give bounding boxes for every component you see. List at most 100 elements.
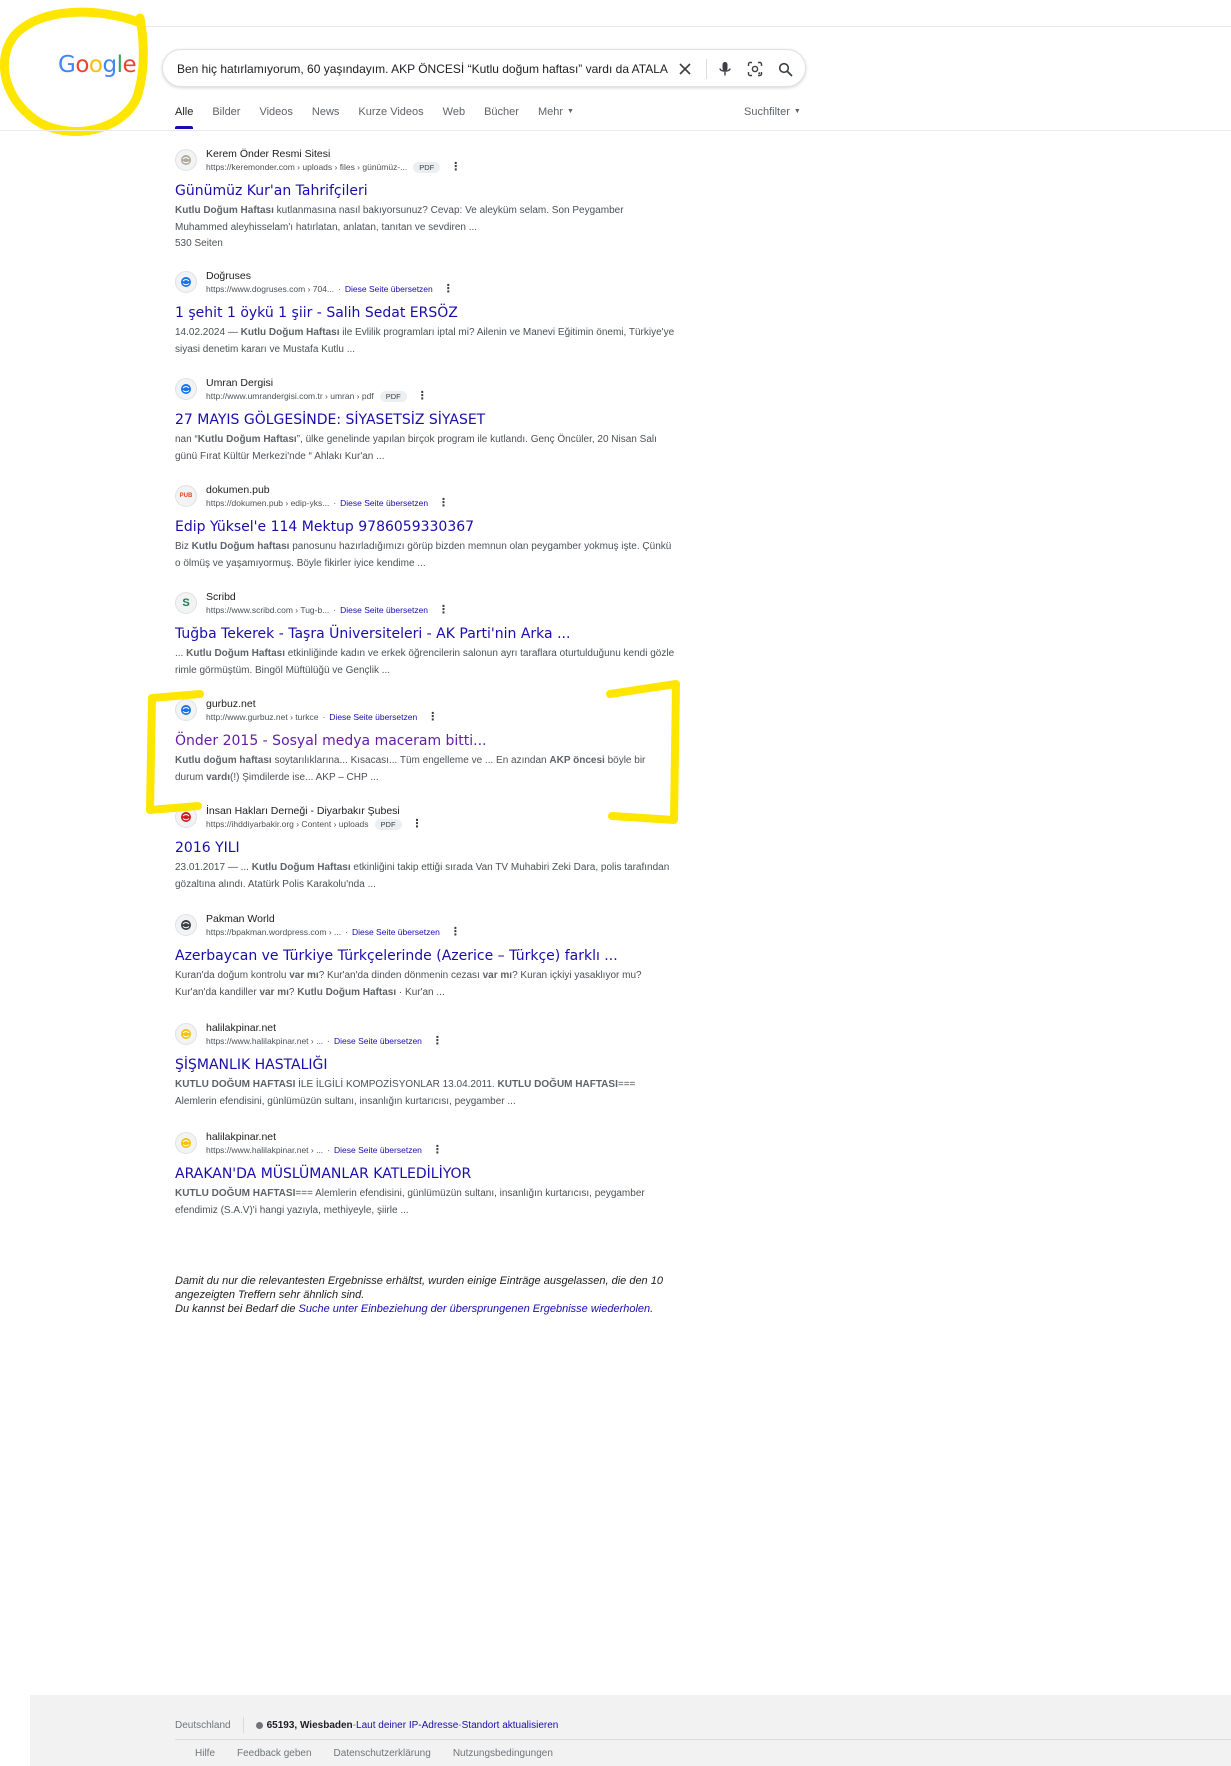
result-snippet: KUTLU DOĞUM HAFTASI=== Alemlerin efendis…	[175, 1185, 675, 1219]
result-site-name[interactable]: Doğruses	[206, 270, 454, 283]
result-site-name[interactable]: Kerem Önder Resmi Sitesi	[206, 148, 461, 161]
tab-bücher[interactable]: Bücher	[484, 106, 519, 130]
result-title-link[interactable]: 2016 YILI	[175, 838, 675, 858]
result-title-link[interactable]: ARAKAN'DA MÜSLÜMANLAR KATLEDİLİYOR	[175, 1164, 675, 1184]
more-options-icon[interactable]: ⋮	[450, 927, 461, 938]
search-icon[interactable]	[773, 57, 797, 81]
repeat-search-link[interactable]: Suche unter Einbeziehung der übersprunge…	[299, 1303, 651, 1315]
pdf-badge: PDF	[374, 818, 402, 830]
result-url: https://www.scribd.com › Tug-b... · Dies…	[206, 604, 449, 616]
site-favicon-icon[interactable]	[175, 1023, 197, 1045]
more-options-icon[interactable]: ⋮	[450, 162, 461, 173]
tab-mehr[interactable]: Mehr ▼	[538, 106, 574, 130]
more-options-icon[interactable]: ⋮	[443, 284, 454, 295]
result-title-link[interactable]: Tuğba Tekerek - Taşra Üniversiteleri - A…	[175, 624, 675, 644]
logo-letter: e	[122, 52, 137, 78]
tab-bilder[interactable]: Bilder	[212, 106, 240, 130]
more-options-icon[interactable]: ⋮	[417, 391, 428, 402]
site-favicon-icon[interactable]: PUB	[175, 485, 197, 507]
mic-icon[interactable]	[713, 57, 737, 81]
result-site-name[interactable]: Umran Dergisi	[206, 377, 428, 390]
site-favicon-icon[interactable]	[175, 1132, 197, 1154]
result-site-name[interactable]: Pakman World	[206, 913, 461, 926]
site-favicon-icon[interactable]	[175, 378, 197, 400]
url-separator: ·	[338, 284, 341, 294]
search-input[interactable]	[177, 59, 677, 79]
snippet-highlight: KUTLU DOĞUM HAFTASI	[175, 1188, 296, 1199]
tab-kurze-videos[interactable]: Kurze Videos	[358, 106, 423, 130]
result-title-link[interactable]: ŞİŞMANLIK HASTALIĞI	[175, 1055, 675, 1075]
pdf-badge: PDF	[413, 161, 441, 173]
search-result: Doğruses https://www.dogruses.com › 704..…	[175, 270, 675, 358]
result-url: https://ihddiyarbakir.org › Content › up…	[206, 818, 423, 830]
footer-link[interactable]: Nutzungsbedingungen	[453, 1748, 553, 1759]
close-icon[interactable]	[673, 57, 697, 81]
snippet-highlight: vardı	[206, 772, 231, 783]
result-title-link[interactable]: 27 MAYIS GÖLGESİNDE: SİYASETSİZ SİYASET	[175, 410, 675, 430]
result-url: https://www.dogruses.com › 704... · Dies…	[206, 283, 454, 295]
result-url: https://www.halilakpinar.net › ... · Die…	[206, 1144, 443, 1156]
url-separator: ·	[327, 1036, 331, 1046]
result-site-name[interactable]: halilakpinar.net	[206, 1131, 443, 1144]
result-url-text[interactable]: https://www.halilakpinar.net › ...	[206, 1035, 323, 1047]
lens-icon[interactable]	[743, 57, 767, 81]
site-favicon-icon[interactable]	[175, 806, 197, 828]
footer-link[interactable]: Feedback geben	[237, 1748, 312, 1759]
result-site-name[interactable]: Scribd	[206, 591, 449, 604]
result-url-text[interactable]: https://bpakman.wordpress.com › ...	[206, 926, 341, 938]
more-options-icon[interactable]: ⋮	[427, 712, 438, 723]
translate-page-link[interactable]: Diese Seite übersetzen	[345, 283, 433, 295]
url-separator: ·	[333, 605, 337, 615]
result-url-text[interactable]: https://ihddiyarbakir.org › Content › up…	[206, 818, 369, 830]
result-url-text[interactable]: https://dokumen.pub › edip-yks...	[206, 497, 329, 509]
snippet-highlight: Kutlu Doğum Haftası	[251, 862, 351, 873]
translate-page-link[interactable]: Diese Seite übersetzen	[329, 711, 417, 723]
result-source-text: gurbuz.net http://www.gurbuz.net › turkce…	[206, 698, 438, 723]
translate-page-link[interactable]: Diese Seite übersetzen	[340, 497, 428, 509]
result-url-text[interactable]: https://www.halilakpinar.net › ...	[206, 1144, 323, 1156]
search-filter-button[interactable]: Suchfilter ▼	[744, 106, 801, 118]
more-options-icon[interactable]: ⋮	[432, 1145, 443, 1156]
more-options-icon[interactable]: ⋮	[438, 605, 449, 616]
site-favicon-icon[interactable]	[175, 699, 197, 721]
result-url-text[interactable]: https://www.dogruses.com › 704...	[206, 283, 334, 295]
site-favicon-icon[interactable]: S	[175, 592, 197, 614]
result-site-name[interactable]: halilakpinar.net	[206, 1022, 443, 1035]
result-source: gurbuz.net http://www.gurbuz.net › turkce…	[175, 698, 675, 728]
result-snippet: Kutlu Doğum Haftası kutlanmasına nasıl b…	[175, 202, 675, 236]
result-url-text[interactable]: http://www.gurbuz.net › turkce	[206, 711, 318, 723]
result-url-text[interactable]: https://keremonder.com › uploads › files…	[206, 161, 407, 173]
url-separator: ·	[345, 927, 348, 937]
update-location-link[interactable]: Standort aktualisieren	[462, 1720, 559, 1731]
site-favicon-icon[interactable]	[175, 914, 197, 936]
site-favicon-icon[interactable]	[175, 149, 197, 171]
more-options-icon[interactable]: ⋮	[412, 819, 423, 830]
translate-page-link[interactable]: Diese Seite übersetzen	[334, 1035, 422, 1047]
tab-videos[interactable]: Videos	[259, 106, 292, 130]
translate-page-link[interactable]: Diese Seite übersetzen	[352, 926, 440, 938]
result-title-link[interactable]: Edip Yüksel'e 114 Mektup 9786059330367	[175, 517, 675, 537]
result-title-link[interactable]: Önder 2015 - Sosyal medya maceram bitti.…	[175, 731, 675, 751]
result-url-text[interactable]: https://www.scribd.com › Tug-b...	[206, 604, 329, 616]
result-site-name[interactable]: dokumen.pub	[206, 484, 449, 497]
result-snippet: 14.02.2024 — Kutlu Doğum Haftası ile Evl…	[175, 324, 675, 358]
more-options-icon[interactable]: ⋮	[432, 1036, 443, 1047]
footer-link[interactable]: Hilfe	[195, 1748, 215, 1759]
result-title-link[interactable]: 1 şehit 1 öykü 1 şiir - Salih Sedat ERSÖ…	[175, 303, 675, 323]
result-title-link[interactable]: Azerbaycan ve Türkiye Türkçelerinde (Aze…	[175, 946, 675, 966]
result-url-text[interactable]: http://www.umrandergisi.com.tr › umran ›…	[206, 390, 374, 402]
tab-web[interactable]: Web	[443, 106, 465, 130]
result-site-name[interactable]: İnsan Hakları Derneği - Diyarbakır Şubes…	[206, 805, 423, 818]
translate-page-link[interactable]: Diese Seite übersetzen	[334, 1144, 422, 1156]
result-site-name[interactable]: gurbuz.net	[206, 698, 438, 711]
more-options-icon[interactable]: ⋮	[438, 498, 449, 509]
footer-link[interactable]: Datenschutzerklärung	[334, 1748, 431, 1759]
site-favicon-icon[interactable]	[175, 271, 197, 293]
ip-address-link[interactable]: Laut deiner IP-Adresse	[356, 1720, 458, 1731]
tab-alle[interactable]: Alle	[175, 106, 194, 130]
google-logo[interactable]: Google	[58, 52, 137, 78]
result-snippet: nan “Kutlu Doğum Haftası”, ülke genelind…	[175, 431, 675, 465]
tab-news[interactable]: News	[312, 106, 340, 130]
result-title-link[interactable]: Günümüz Kur'an Tahrifçileri	[175, 181, 675, 201]
translate-page-link[interactable]: Diese Seite übersetzen	[340, 604, 428, 616]
